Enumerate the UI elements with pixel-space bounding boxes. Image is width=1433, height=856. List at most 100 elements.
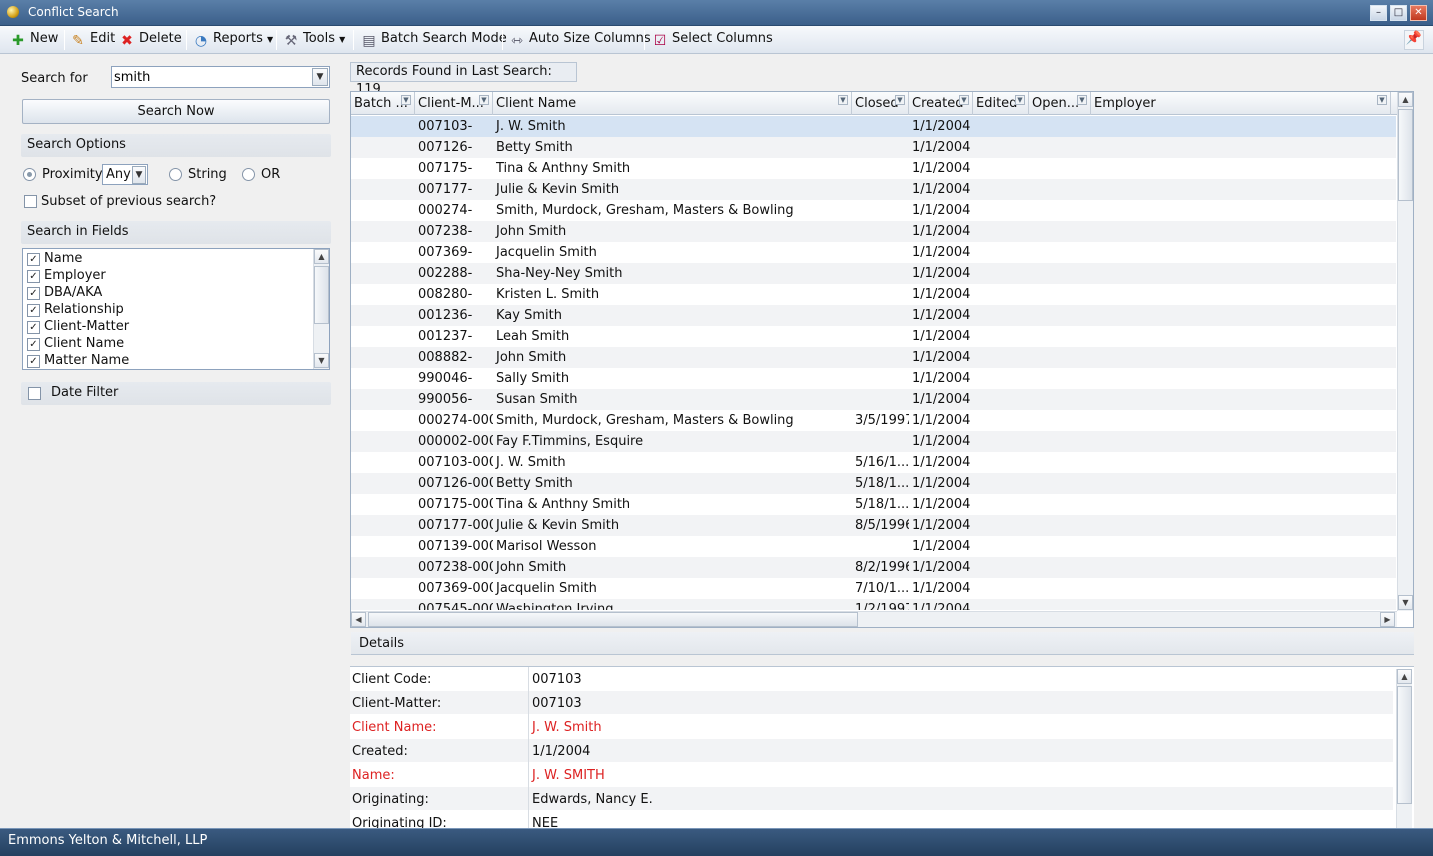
column-header-opened[interactable]: Open... ▼ — [1029, 92, 1091, 115]
filter-icon[interactable]: ▼ — [479, 95, 489, 105]
table-row[interactable]: 000274-0000Smith, Murdock, Gresham, Mast… — [351, 410, 1396, 431]
filter-icon[interactable]: ▼ — [959, 95, 969, 105]
table-row[interactable]: 007238- John Smith 1/1/2004 — [351, 221, 1396, 242]
table-cell — [973, 599, 1029, 610]
scroll-left-icon[interactable]: ◀ — [351, 612, 366, 627]
table-row[interactable]: 007175- Tina & Anthny Smith 1/1/2004 — [351, 158, 1396, 179]
edit-button[interactable]: ✎ Edit — [70, 31, 115, 49]
select-columns-button[interactable]: ☑ Select Columns — [652, 31, 773, 49]
tools-dropdown[interactable]: ⚒ Tools ▼ — [283, 31, 346, 49]
table-row[interactable]: 008882- John Smith 1/1/2004 — [351, 347, 1396, 368]
column-header-closed[interactable]: Closed ▼ — [852, 92, 909, 115]
table-row[interactable]: 007369-0000Jacquelin Smith 7/10/1...1/1/2… — [351, 578, 1396, 599]
column-header-client-matter[interactable]: Client-M... ▼ — [415, 92, 493, 115]
maximize-button[interactable]: □ — [1390, 5, 1407, 21]
checklist-icon: ☑ — [653, 33, 667, 49]
checkbox[interactable]: ✓ — [27, 355, 40, 368]
filter-icon[interactable]: ▼ — [1377, 95, 1387, 105]
table-cell — [1029, 389, 1091, 410]
chevron-down-icon[interactable]: ▼ — [312, 68, 328, 86]
filter-icon[interactable]: ▼ — [1077, 95, 1087, 105]
or-radio[interactable] — [242, 168, 255, 181]
auto-size-columns-button[interactable]: ⇿ Auto Size Columns — [509, 31, 651, 49]
table-row[interactable]: 001236- Kay Smith 1/1/2004 — [351, 305, 1396, 326]
scroll-down-icon[interactable]: ▼ — [314, 353, 329, 368]
table-row[interactable]: 990046- Sally Smith 1/1/2004 — [351, 368, 1396, 389]
table-cell: 007177-0000 — [418, 518, 493, 533]
table-cell: John Smith — [496, 560, 567, 575]
batch-icon: ▤ — [362, 33, 376, 49]
column-header-batch[interactable]: Batch ... ▼ — [351, 92, 415, 115]
table-row[interactable]: 007177-0000Julie & Kevin Smith 8/5/19961/… — [351, 515, 1396, 536]
table-row[interactable]: 007175-0000Tina & Anthny Smith 5/18/1...1… — [351, 494, 1396, 515]
table-row[interactable]: 000002-0000Fay F.Timmins, Esquire 1/1/200… — [351, 431, 1396, 452]
checkbox[interactable]: ✓ — [27, 253, 40, 266]
delete-button[interactable]: ✖ Delete — [119, 31, 182, 49]
table-row[interactable]: 001237- Leah Smith 1/1/2004 — [351, 326, 1396, 347]
table-row[interactable]: 008280- Kristen L. Smith 1/1/2004 — [351, 284, 1396, 305]
column-header-created[interactable]: Created ▼ — [909, 92, 973, 115]
table-row[interactable]: 990056- Susan Smith 1/1/2004 — [351, 389, 1396, 410]
scroll-thumb[interactable] — [1398, 109, 1413, 201]
table-row[interactable]: 007103- J. W. Smith 1/1/2004 — [351, 116, 1396, 137]
table-cell — [852, 263, 909, 284]
scroll-right-icon[interactable]: ▶ — [1380, 612, 1395, 627]
scroll-thumb[interactable] — [1397, 686, 1412, 804]
reports-dropdown[interactable]: ◔ Reports ▼ — [193, 31, 273, 49]
checkbox[interactable]: ✓ — [27, 287, 40, 300]
table-cell — [973, 578, 1029, 599]
table-cell: 1/1/2004 — [912, 329, 971, 344]
filter-icon[interactable]: ▼ — [838, 95, 848, 105]
filter-icon[interactable]: ▼ — [1015, 95, 1025, 105]
table-cell — [852, 305, 909, 326]
checkbox[interactable]: ✓ — [27, 338, 40, 351]
scroll-up-icon[interactable]: ▲ — [314, 249, 329, 264]
pin-icon[interactable]: 📌 — [1404, 30, 1424, 50]
date-filter-label: Date Filter — [51, 385, 119, 400]
date-filter-checkbox[interactable] — [28, 387, 41, 400]
search-text[interactable] — [114, 68, 310, 86]
table-row[interactable]: 007545-0000Washington Irving 1/2/19971/1/… — [351, 599, 1396, 610]
table-row[interactable]: 007139-0000Marisol Wesson 1/1/2004 — [351, 536, 1396, 557]
proximity-select[interactable]: Any ▼ — [102, 164, 148, 185]
table-row[interactable]: 007238-0000John Smith 8/2/19961/1/2004 — [351, 557, 1396, 578]
table-cell — [1029, 263, 1091, 284]
table-row[interactable]: 002288- Sha-Ney-Ney Smith 1/1/2004 — [351, 263, 1396, 284]
table-cell: 001237- — [418, 329, 473, 344]
search-input[interactable]: ▼ — [111, 66, 330, 88]
table-row[interactable]: 000274- Smith, Murdock, Gresham, Masters … — [351, 200, 1396, 221]
table-row[interactable]: 007126-0000Betty Smith 5/18/1...1/1/2004 — [351, 473, 1396, 494]
string-radio[interactable] — [169, 168, 182, 181]
fields-scrollbar[interactable]: ▲ ▼ — [313, 249, 329, 369]
filter-icon[interactable]: ▼ — [895, 95, 905, 105]
checkbox[interactable]: ✓ — [27, 270, 40, 283]
close-button[interactable]: ✕ — [1410, 5, 1427, 21]
table-row[interactable]: 007126- Betty Smith 1/1/2004 — [351, 137, 1396, 158]
column-header-employer[interactable]: Employer ▼ — [1091, 92, 1391, 115]
column-header-client-name[interactable]: Client Name ▼ — [493, 92, 852, 115]
column-header-edited[interactable]: Edited ▼ — [973, 92, 1029, 115]
table-row[interactable]: 007103-0000J. W. Smith 5/16/1...1/1/2004 — [351, 452, 1396, 473]
batch-search-mode-button[interactable]: ▤ Batch Search Mode — [361, 31, 506, 49]
scroll-up-icon[interactable]: ▲ — [1398, 92, 1413, 107]
scroll-thumb[interactable] — [314, 266, 329, 324]
table-row[interactable]: 007177- Julie & Kevin Smith 1/1/2004 — [351, 179, 1396, 200]
table-cell: 1/1/2004 — [912, 224, 971, 239]
filter-icon[interactable]: ▼ — [401, 95, 411, 105]
table-row[interactable]: 007369- Jacquelin Smith 1/1/2004 — [351, 242, 1396, 263]
grid-horizontal-scrollbar[interactable]: ◀ ▶ — [351, 611, 1397, 627]
minimize-button[interactable]: – — [1370, 5, 1387, 21]
new-button[interactable]: ✚ New — [10, 31, 58, 49]
details-scrollbar[interactable]: ▲ — [1396, 669, 1412, 828]
proximity-radio[interactable] — [23, 168, 36, 181]
search-now-button[interactable]: Search Now — [22, 99, 330, 124]
chevron-down-icon[interactable]: ▼ — [132, 166, 146, 184]
scroll-up-icon[interactable]: ▲ — [1397, 669, 1412, 684]
subset-checkbox[interactable] — [24, 195, 37, 208]
grid-vertical-scrollbar[interactable]: ▲ ▼ — [1397, 92, 1413, 611]
scroll-thumb[interactable] — [368, 612, 858, 627]
checkbox[interactable]: ✓ — [27, 304, 40, 317]
scroll-down-icon[interactable]: ▼ — [1398, 595, 1413, 610]
checkbox[interactable]: ✓ — [27, 321, 40, 334]
table-cell: 000002-0000 — [418, 434, 493, 449]
